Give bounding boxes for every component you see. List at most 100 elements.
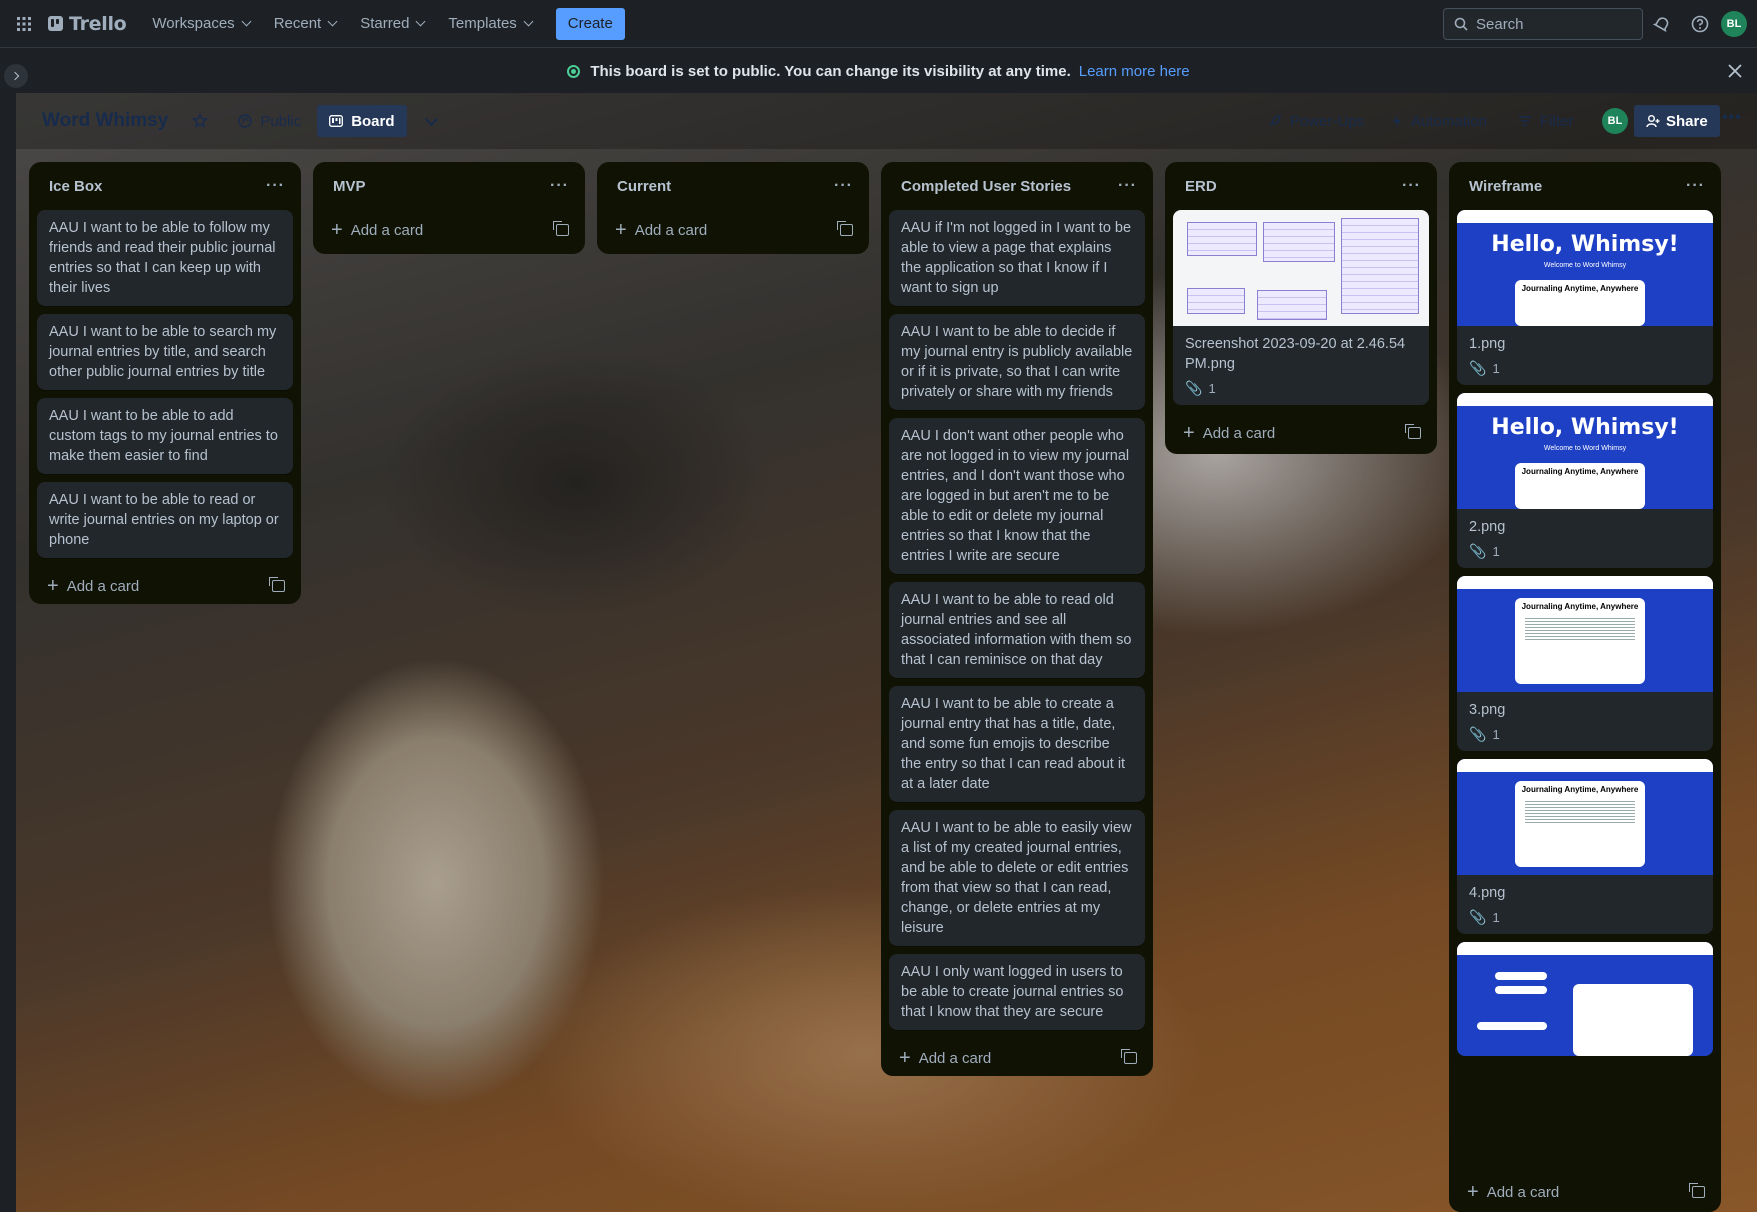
card[interactable]: Screenshot 2023-09-20 at 2.46.54 PM.png … <box>1173 210 1429 405</box>
chevron-down-icon <box>241 16 252 27</box>
board-menu-icon[interactable]: ••• <box>1722 109 1742 127</box>
wireframe-box-title: Journaling Anytime, Anywhere <box>1521 602 1639 611</box>
chevron-down-icon <box>415 16 426 27</box>
chevron-down-icon[interactable] <box>424 112 438 126</box>
list-title[interactable]: Ice Box <box>49 178 102 195</box>
list-erd: ERD ··· Screenshot 2023-09-20 at 2.46.54… <box>1165 162 1437 454</box>
attachment-count: 1 <box>1492 910 1500 925</box>
banner-message: This board is set to public. You can cha… <box>590 62 1071 80</box>
list-title[interactable]: Wireframe <box>1469 178 1542 195</box>
add-card-button[interactable]: + Add a card <box>889 1038 1145 1078</box>
globe-icon <box>567 64 581 78</box>
rocket-icon <box>1269 115 1281 127</box>
board-view-button[interactable]: Board <box>317 105 407 137</box>
filter-button[interactable]: Filter <box>1518 105 1573 137</box>
public-visibility-banner: This board is set to public. You can cha… <box>0 49 1757 93</box>
attachment-count: 1 <box>1492 361 1500 376</box>
add-card-label: Add a card <box>350 221 424 239</box>
nav-starred[interactable]: Starred <box>348 8 436 40</box>
close-icon[interactable] <box>1725 61 1745 81</box>
list-menu-icon[interactable]: ··· <box>1118 177 1137 195</box>
list-menu-icon[interactable]: ··· <box>834 177 853 195</box>
board-icon <box>329 115 344 127</box>
nav-workspaces[interactable]: Workspaces <box>140 8 261 40</box>
card-template-icon[interactable] <box>269 577 285 592</box>
power-ups-label: Power-Ups <box>1290 112 1365 130</box>
card-template-icon[interactable] <box>1121 1049 1137 1064</box>
user-avatar[interactable]: BL <box>1721 11 1747 37</box>
card[interactable]: Journaling Anytime, Anywhere 3.png 📎 1 <box>1457 576 1713 751</box>
wireframe-box-title: Journaling Anytime, Anywhere <box>1521 467 1639 476</box>
nav-templates[interactable]: Templates <box>436 8 543 40</box>
plus-icon: + <box>1467 1180 1479 1203</box>
notifications-icon[interactable] <box>1650 12 1674 36</box>
star-icon[interactable] <box>192 113 209 129</box>
add-card-button[interactable]: + Add a card <box>321 210 577 250</box>
add-card-button[interactable]: + Add a card <box>37 566 293 606</box>
card-template-icon[interactable] <box>1689 1183 1705 1198</box>
card[interactable]: Hello, Whimsy! Welcome to Word Whimsy Jo… <box>1457 393 1713 568</box>
list-header: Ice Box ··· <box>37 162 293 210</box>
card[interactable]: AAU I want to be able to read or write j… <box>37 482 293 558</box>
list-header: ERD ··· <box>1173 162 1429 210</box>
card[interactable]: AAU if I'm not logged in I want to be ab… <box>889 210 1145 306</box>
list-title[interactable]: ERD <box>1185 178 1217 195</box>
visibility-button[interactable]: Public <box>238 113 301 130</box>
card[interactable]: AAU I want to be able to easily view a l… <box>889 810 1145 946</box>
list-header: Wireframe ··· <box>1457 162 1713 210</box>
board-member-avatar[interactable]: BL <box>1602 108 1628 134</box>
card[interactable]: AAU I want to be able to create a journa… <box>889 686 1145 802</box>
card[interactable]: AAU I don't want other people who are no… <box>889 418 1145 574</box>
wireframe-subheading: Welcome to Word Whimsy <box>1543 445 1627 452</box>
add-card-button[interactable]: + Add a card <box>1173 413 1429 453</box>
nav-recent[interactable]: Recent <box>262 8 349 40</box>
card[interactable]: Journaling Anytime, Anywhere 4.png 📎 1 <box>1457 759 1713 934</box>
list-menu-icon[interactable]: ··· <box>1402 177 1421 195</box>
nav-label: Templates <box>448 15 517 32</box>
add-card-button[interactable]: + Add a card <box>1457 1172 1713 1212</box>
list-header: Completed User Stories ··· <box>889 162 1145 210</box>
wireframe-thumbnail: Journaling Anytime, Anywhere <box>1457 576 1713 692</box>
help-icon[interactable] <box>1688 12 1712 36</box>
search-input[interactable]: Search <box>1443 8 1643 40</box>
plus-icon: + <box>47 574 59 597</box>
search-placeholder: Search <box>1476 15 1524 33</box>
chevron-down-icon <box>327 16 338 27</box>
list-title[interactable]: Current <box>617 178 671 195</box>
sidebar-expand-button[interactable] <box>4 64 28 88</box>
list-menu-icon[interactable]: ··· <box>266 177 285 195</box>
card[interactable]: AAU I want to be able to decide if my jo… <box>889 314 1145 410</box>
nav-label: Workspaces <box>152 15 235 32</box>
add-card-label: Add a card <box>918 1049 992 1067</box>
list-menu-icon[interactable]: ··· <box>1686 177 1705 195</box>
share-button[interactable]: Share <box>1634 105 1720 137</box>
card[interactable] <box>1457 942 1713 1056</box>
create-button[interactable]: Create <box>555 7 625 40</box>
board-title[interactable]: Word Whimsy <box>42 110 168 132</box>
brand-name: Trello <box>69 12 127 35</box>
trello-logo[interactable]: Trello <box>48 12 127 35</box>
add-card-button[interactable]: + Add a card <box>605 210 861 250</box>
power-ups-button[interactable]: Power-Ups <box>1268 105 1364 137</box>
list-title[interactable]: MVP <box>333 178 366 195</box>
trello-logo-icon <box>48 16 63 31</box>
learn-more-link[interactable]: Learn more here <box>1079 63 1190 80</box>
automation-button[interactable]: Automation <box>1391 105 1487 137</box>
card[interactable]: AAU I want to be able to read old journa… <box>889 582 1145 678</box>
globe-icon <box>238 114 253 128</box>
card[interactable]: AAU I want to be able to search my journ… <box>37 314 293 390</box>
erd-diagram-thumbnail <box>1173 210 1429 326</box>
list-title[interactable]: Completed User Stories <box>901 178 1071 195</box>
card-template-icon[interactable] <box>837 221 853 236</box>
add-card-label: Add a card <box>634 221 708 239</box>
card[interactable]: Hello, Whimsy! Welcome to Word Whimsy Jo… <box>1457 210 1713 385</box>
card-template-icon[interactable] <box>1405 424 1421 439</box>
card[interactable]: AAU I want to be able to add custom tags… <box>37 398 293 474</box>
wireframe-subheading: Welcome to Word Whimsy <box>1543 262 1627 269</box>
list-menu-icon[interactable]: ··· <box>550 177 569 195</box>
card[interactable]: AAU I only want logged in users to be ab… <box>889 954 1145 1030</box>
card[interactable]: AAU I want to be able to follow my frien… <box>37 210 293 306</box>
card-template-icon[interactable] <box>553 221 569 236</box>
app-switcher-icon[interactable] <box>10 10 38 38</box>
wireframe-thumbnail: Journaling Anytime, Anywhere <box>1457 759 1713 875</box>
